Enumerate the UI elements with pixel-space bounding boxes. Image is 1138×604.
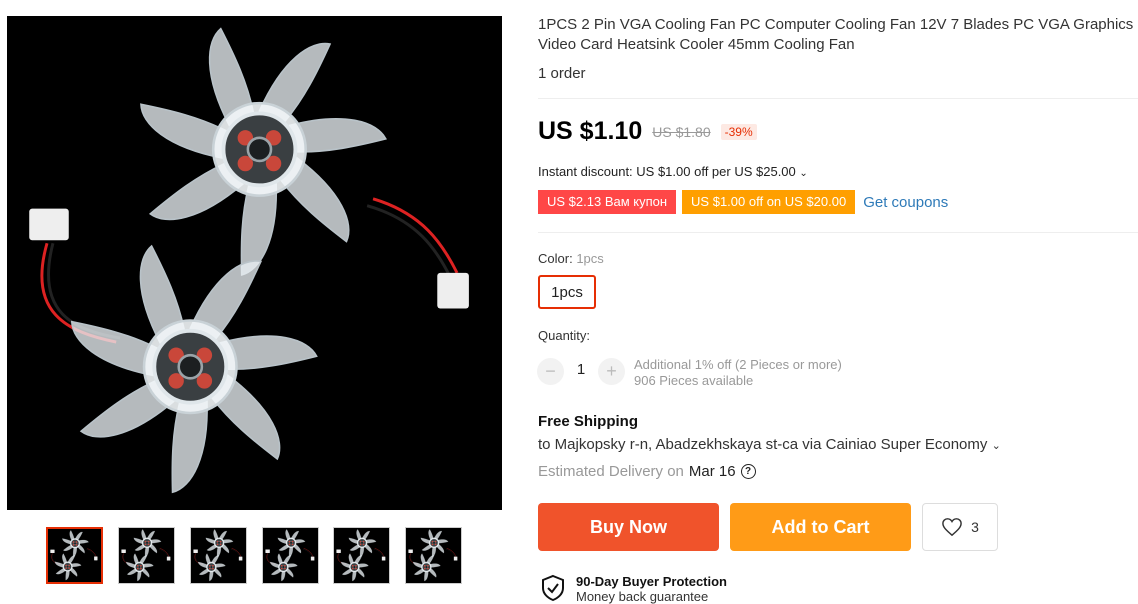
- shipping-destination[interactable]: to Majkopsky r-n, Abadzekhskaya st-ca vi…: [538, 436, 1001, 453]
- chevron-down-icon[interactable]: ⌄: [799, 168, 807, 179]
- shipping-title: Free Shipping: [538, 413, 639, 430]
- instant-discount-text: Instant discount: US $1.00 off per US $2…: [538, 164, 796, 179]
- discount-badge: -39%: [720, 123, 757, 140]
- protection-subtitle: Money back guarantee: [576, 589, 709, 604]
- coupon-red[interactable]: US $2.13 Вам купон: [538, 190, 677, 214]
- product-title: 1PCS 2 Pin VGA Cooling Fan PC Computer C…: [538, 15, 1138, 55]
- quantity-increase-button[interactable]: +: [598, 358, 625, 385]
- price-row: US $1.10 US $1.80 -39%: [538, 117, 757, 146]
- wishlist-count: 3: [971, 519, 979, 535]
- estimated-delivery: Estimated Delivery on Mar 16 ?: [538, 463, 756, 480]
- protection-title: 90-Day Buyer Protection: [576, 574, 727, 589]
- current-price: US $1.10: [538, 117, 643, 145]
- thumbnail-2[interactable]: [118, 527, 175, 584]
- color-label-text: Color:: [538, 251, 573, 266]
- color-label: Color: 1pcs: [538, 251, 604, 266]
- help-icon[interactable]: ?: [740, 464, 756, 479]
- chevron-down-icon[interactable]: ⌄: [992, 440, 1001, 452]
- quantity-info: Additional 1% off (2 Pieces or more) 906…: [634, 357, 842, 389]
- shield-check-icon: [542, 574, 564, 602]
- product-title-line1: 1PCS 2 Pin VGA Cooling Fan PC Computer C…: [538, 16, 1134, 33]
- buyer-protection[interactable]: 90-Day Buyer Protection Money back guara…: [540, 574, 727, 604]
- coupon-row: US $2.13 Вам купон US $1.00 off on US $2…: [538, 190, 948, 214]
- wishlist-button[interactable]: 3: [922, 503, 998, 551]
- coupon-orange[interactable]: US $1.00 off on US $20.00: [682, 190, 856, 214]
- quantity-label: Quantity:: [538, 328, 591, 343]
- product-title-line2: Video Card Heatsink Cooler 45mm Cooling …: [538, 36, 855, 53]
- estimated-delivery-date: Mar 16: [688, 463, 736, 480]
- original-price: US $1.80: [652, 123, 711, 140]
- orders-count: 1 order: [538, 65, 586, 82]
- get-coupons-link[interactable]: Get coupons: [863, 194, 948, 211]
- quantity-available: 906 Pieces available: [634, 373, 754, 388]
- color-selected-value: 1pcs: [576, 251, 604, 266]
- thumbnail-1[interactable]: [46, 527, 103, 584]
- thumbnail-6[interactable]: [405, 527, 462, 584]
- add-to-cart-button[interactable]: Add to Cart: [730, 503, 911, 551]
- product-main-image[interactable]: [7, 16, 502, 510]
- color-option-1pcs[interactable]: 1pcs: [538, 275, 596, 309]
- quantity-input[interactable]: 1: [566, 361, 596, 378]
- quantity-decrease-button[interactable]: −: [537, 358, 564, 385]
- divider: [538, 232, 1138, 233]
- shipping-destination-text: to Majkopsky r-n, Abadzekhskaya st-ca vi…: [538, 436, 988, 453]
- thumbnail-3[interactable]: [190, 527, 247, 584]
- buy-now-button[interactable]: Buy Now: [538, 503, 719, 551]
- thumbnail-4[interactable]: [262, 527, 319, 584]
- quantity-offer: Additional 1% off (2 Pieces or more): [634, 357, 842, 372]
- heart-icon: [942, 518, 962, 537]
- thumbnail-5[interactable]: [333, 527, 390, 584]
- estimated-delivery-label: Estimated Delivery on: [538, 463, 684, 480]
- instant-discount[interactable]: Instant discount: US $1.00 off per US $2…: [538, 164, 808, 179]
- divider: [538, 98, 1138, 99]
